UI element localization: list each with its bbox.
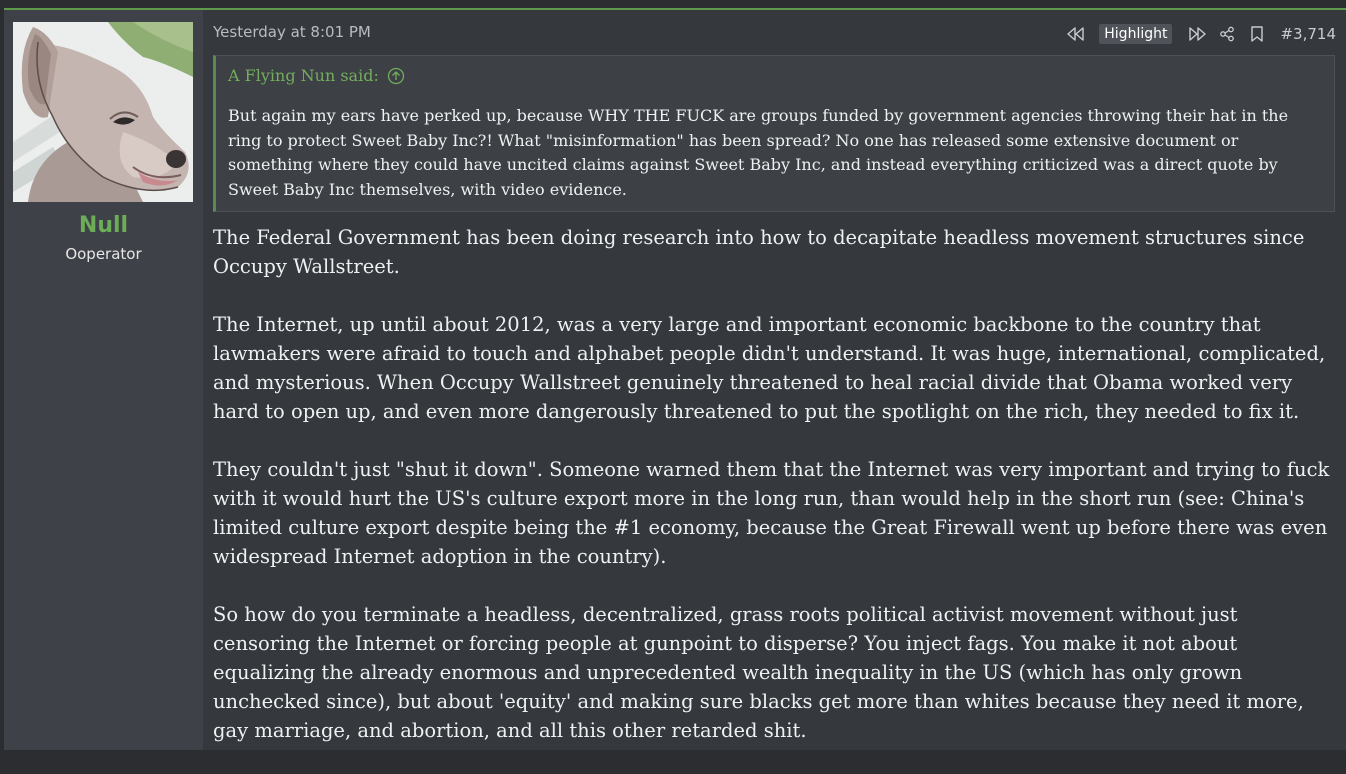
quote-author[interactable]: A Flying Nun said:	[228, 66, 379, 85]
arrow-up-circle-icon[interactable]	[387, 67, 405, 85]
post-main: Yesterday at 8:01 PM Highlight #3,714 A …	[203, 10, 1346, 750]
body-paragraph: They couldn't just "shut it down". Someo…	[213, 458, 1330, 568]
avatar[interactable]	[13, 22, 193, 202]
quote-header: A Flying Nun said:	[228, 66, 405, 85]
quote-text: But again my ears have perked up, becaus…	[228, 106, 1289, 199]
share-icon[interactable]	[1215, 23, 1239, 45]
body-paragraph: The Federal Government has been doing re…	[213, 226, 1305, 278]
quote-block: A Flying Nun said: But again my ears hav…	[213, 55, 1335, 212]
dog-avatar-image	[13, 22, 193, 202]
username[interactable]: Null	[4, 213, 203, 238]
user-title: Ooperator	[65, 245, 142, 263]
rewind-icon[interactable]	[1064, 23, 1088, 45]
body-paragraph: The Internet, up until about 2012, was a…	[213, 313, 1326, 423]
highlight-button[interactable]: Highlight	[1099, 24, 1173, 44]
body-paragraph: So how do you terminate a headless, dece…	[213, 603, 1304, 742]
post-container: Null Ooperator Yesterday at 8:01 PM High…	[4, 8, 1346, 750]
post-actions: Highlight #3,714	[1061, 22, 1336, 46]
post-timestamp[interactable]: Yesterday at 8:01 PM	[213, 23, 371, 41]
post-number[interactable]: #3,714	[1280, 25, 1336, 43]
bookmark-icon[interactable]	[1245, 23, 1269, 45]
post-body: The Federal Government has been doing re…	[213, 223, 1338, 774]
fast-forward-icon[interactable]	[1185, 23, 1209, 45]
user-sidebar: Null Ooperator	[4, 10, 203, 750]
